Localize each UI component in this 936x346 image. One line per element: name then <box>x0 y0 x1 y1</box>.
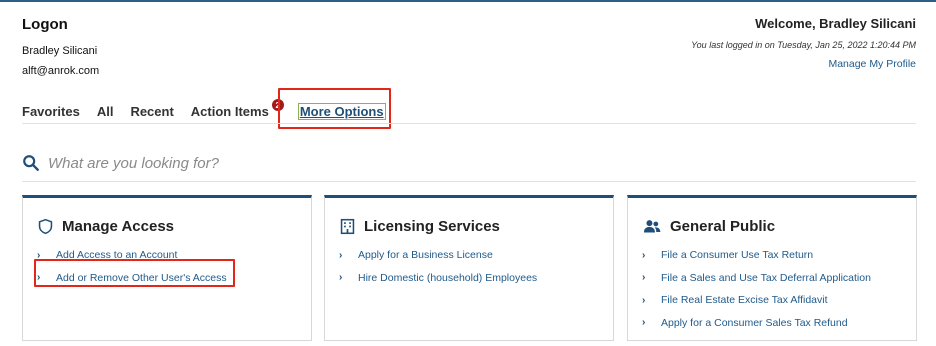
search-bar <box>22 154 348 172</box>
link-label: File Real Estate Excise Tax Affidavit <box>661 294 828 307</box>
card-general-public: General Public › File a Consumer Use Tax… <box>627 195 917 341</box>
welcome-text: Welcome, Bradley Silicani <box>755 16 916 31</box>
card-header: Licensing Services <box>325 198 613 235</box>
chevron-right-icon: › <box>642 272 646 284</box>
tab-action-items-wrap: Action Items 2 <box>191 99 284 119</box>
card-licensing-services: Licensing Services › Apply for a Busines… <box>324 195 614 341</box>
card-title: Licensing Services <box>364 218 500 235</box>
link-real-estate-excise-tax[interactable]: › File Real Estate Excise Tax Affidavit <box>642 289 916 312</box>
link-consumer-use-tax-return[interactable]: › File a Consumer Use Tax Return <box>642 244 916 267</box>
tab-action-items[interactable]: Action Items <box>191 104 269 119</box>
link-sales-use-tax-deferral[interactable]: › File a Sales and Use Tax Deferral Appl… <box>642 267 916 290</box>
tabs-divider <box>22 123 916 124</box>
search-divider <box>22 181 916 182</box>
shield-icon <box>38 218 53 235</box>
people-icon <box>643 220 661 233</box>
card-title: General Public <box>670 218 776 235</box>
last-login-text: You last logged in on Tuesday, Jan 25, 2… <box>691 40 916 50</box>
card-title: Manage Access <box>62 218 175 235</box>
chevron-right-icon: › <box>339 272 343 284</box>
tab-all[interactable]: All <box>97 104 114 119</box>
search-icon[interactable] <box>22 154 40 172</box>
page-title: Logon <box>22 16 68 33</box>
manage-profile-link[interactable]: Manage My Profile <box>691 58 916 70</box>
link-label: File a Sales and Use Tax Deferral Applic… <box>661 271 871 284</box>
card-header: General Public <box>628 198 916 235</box>
welcome-panel: Welcome, Bradley Silicani You last logge… <box>691 16 916 70</box>
building-icon <box>340 218 355 235</box>
tab-favorites[interactable]: Favorites <box>22 104 80 119</box>
link-label: Hire Domestic (household) Employees <box>358 271 538 284</box>
chevron-right-icon: › <box>642 249 646 261</box>
search-input[interactable] <box>48 154 348 172</box>
user-name: Bradley Silicani <box>22 45 98 57</box>
chevron-right-icon: › <box>339 249 343 261</box>
user-info: Logon Bradley Silicani alft@anrok.com <box>22 16 99 77</box>
link-apply-business-license[interactable]: › Apply for a Business License <box>339 244 613 267</box>
chevron-right-icon: › <box>642 317 646 329</box>
card-link-list: › Apply for a Business License › Hire Do… <box>325 244 613 289</box>
link-hire-domestic-employees[interactable]: › Hire Domestic (household) Employees <box>339 267 613 290</box>
link-label: File a Consumer Use Tax Return <box>661 249 814 262</box>
chevron-right-icon: › <box>642 294 646 306</box>
link-consumer-sales-tax-refund[interactable]: › Apply for a Consumer Sales Tax Refund <box>642 312 916 335</box>
card-header: Manage Access <box>23 198 311 235</box>
card-link-list: › File a Consumer Use Tax Return › File … <box>628 244 916 334</box>
link-label: Apply for a Consumer Sales Tax Refund <box>661 316 848 329</box>
highlight-box-add-remove-access <box>34 259 235 287</box>
user-email: alft@anrok.com <box>22 65 100 77</box>
tab-recent[interactable]: Recent <box>130 104 173 119</box>
link-label: Apply for a Business License <box>358 249 493 262</box>
